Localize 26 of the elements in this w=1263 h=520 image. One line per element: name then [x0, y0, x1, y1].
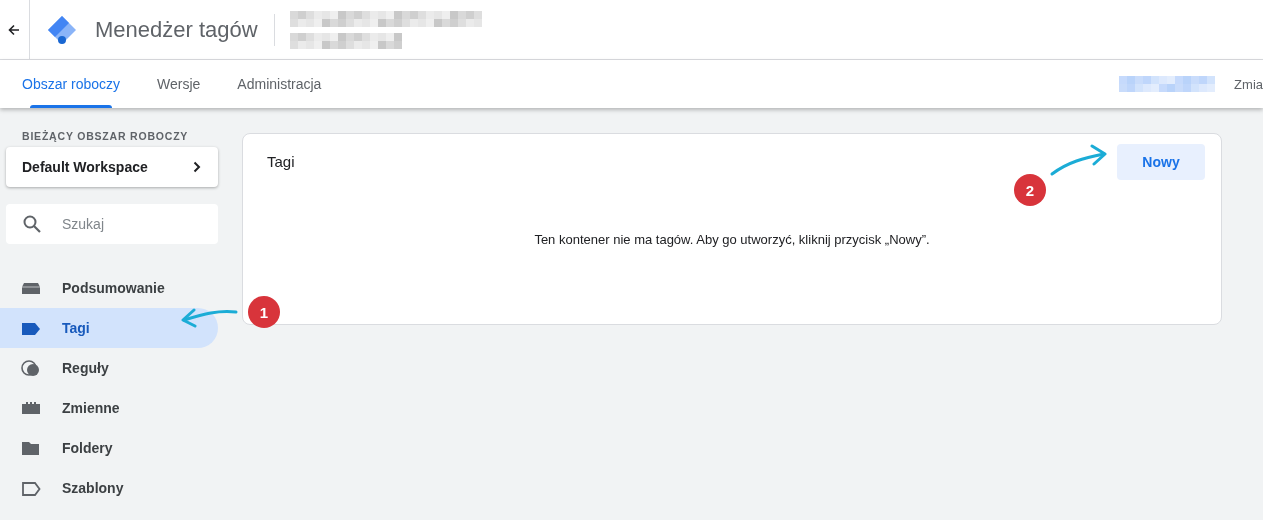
nav-item[interactable]: Podsumowanie: [0, 268, 218, 308]
empty-message: Ten kontener nie ma tagów. Aby go utworzyć, kliknij przycisk „Nowy”.: [533, 232, 931, 247]
search-field[interactable]: Szukaj: [6, 204, 218, 244]
app-title: Menedżer tagów: [95, 16, 258, 43]
card-title: Tagi: [267, 153, 295, 170]
circles-icon: [21, 359, 41, 377]
tab[interactable]: Obszar roboczy: [22, 60, 121, 108]
nav-item[interactable]: Tagi: [0, 308, 218, 348]
blocks-icon: [21, 399, 41, 417]
search-icon: [23, 215, 41, 233]
tab[interactable]: Administracja: [237, 60, 322, 108]
nav-item[interactable]: Reguły: [0, 348, 218, 388]
tag-outline-icon: [21, 479, 41, 497]
chevron-right-icon: [193, 161, 201, 173]
tab[interactable]: Wersje: [157, 60, 201, 108]
workspace-selector[interactable]: Default Workspace: [6, 147, 218, 187]
nav-item[interactable]: Zmienne: [0, 388, 218, 428]
folder-icon: [21, 439, 41, 457]
logo-icon: [47, 14, 77, 45]
workspace-name: Default Workspace: [22, 159, 148, 175]
tab-bar-text: Zmia: [1234, 76, 1263, 92]
section-label: BIEŻĄCY OBSZAR ROBOCZY: [22, 130, 190, 142]
back-arrow-icon[interactable]: [8, 23, 20, 36]
new-button[interactable]: Nowy: [1117, 144, 1205, 180]
nav-item[interactable]: Szablony: [0, 468, 218, 508]
nav-item[interactable]: Foldery: [0, 428, 218, 468]
